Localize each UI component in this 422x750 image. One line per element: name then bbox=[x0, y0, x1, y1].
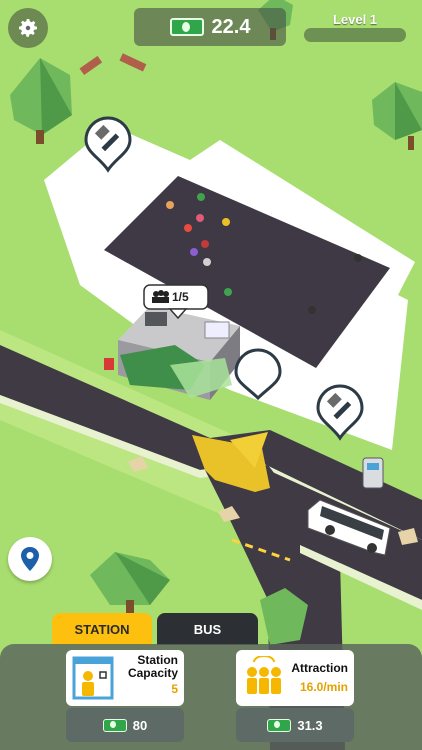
level-indicator: Level 1 bbox=[304, 12, 406, 44]
settings-button[interactable] bbox=[8, 8, 48, 48]
upgrade-buy-button[interactable]: 31.3 bbox=[236, 708, 354, 742]
station-capacity-label: 1/5 bbox=[172, 290, 189, 304]
money-display: 22.4 bbox=[134, 8, 286, 46]
upgrade-title-line2: Capacity bbox=[127, 666, 178, 680]
gear-icon bbox=[19, 19, 37, 37]
upgrade-panel bbox=[0, 644, 422, 750]
upgrade-title-line1: Attraction bbox=[291, 661, 348, 675]
tab-station[interactable]: STATION bbox=[52, 613, 152, 645]
location-button[interactable] bbox=[8, 537, 52, 581]
upgrade-value: 5 bbox=[171, 682, 178, 696]
upgrade-card-attraction: Attraction 16.0/min 31.3 bbox=[236, 650, 354, 742]
level-label: Level 1 bbox=[332, 12, 378, 27]
level-progress-bar bbox=[304, 28, 406, 42]
upgrade-tabs: STATION BUS bbox=[52, 613, 258, 645]
cash-icon bbox=[169, 18, 204, 36]
cash-icon bbox=[267, 718, 292, 732]
upgrade-buy-button[interactable]: 80 bbox=[66, 708, 184, 742]
pump bbox=[362, 457, 384, 489]
upgrade-info: Attraction 16.0/min bbox=[236, 650, 354, 706]
upgrade-card-station-capacity: Station Capacity 5 80 bbox=[66, 650, 184, 742]
people-group-icon bbox=[247, 656, 281, 694]
upgrade-cost: 31.3 bbox=[297, 717, 323, 733]
money-amount: 22.4 bbox=[211, 15, 251, 38]
upgrade-cost: 80 bbox=[132, 717, 148, 733]
upgrade-info: Station Capacity 5 bbox=[66, 650, 184, 706]
upgrade-value: 16.0/min bbox=[299, 680, 348, 694]
station-person-icon bbox=[72, 656, 114, 700]
tab-bus[interactable]: BUS bbox=[157, 613, 258, 645]
location-pin-icon bbox=[21, 547, 39, 571]
cash-icon bbox=[102, 718, 127, 732]
